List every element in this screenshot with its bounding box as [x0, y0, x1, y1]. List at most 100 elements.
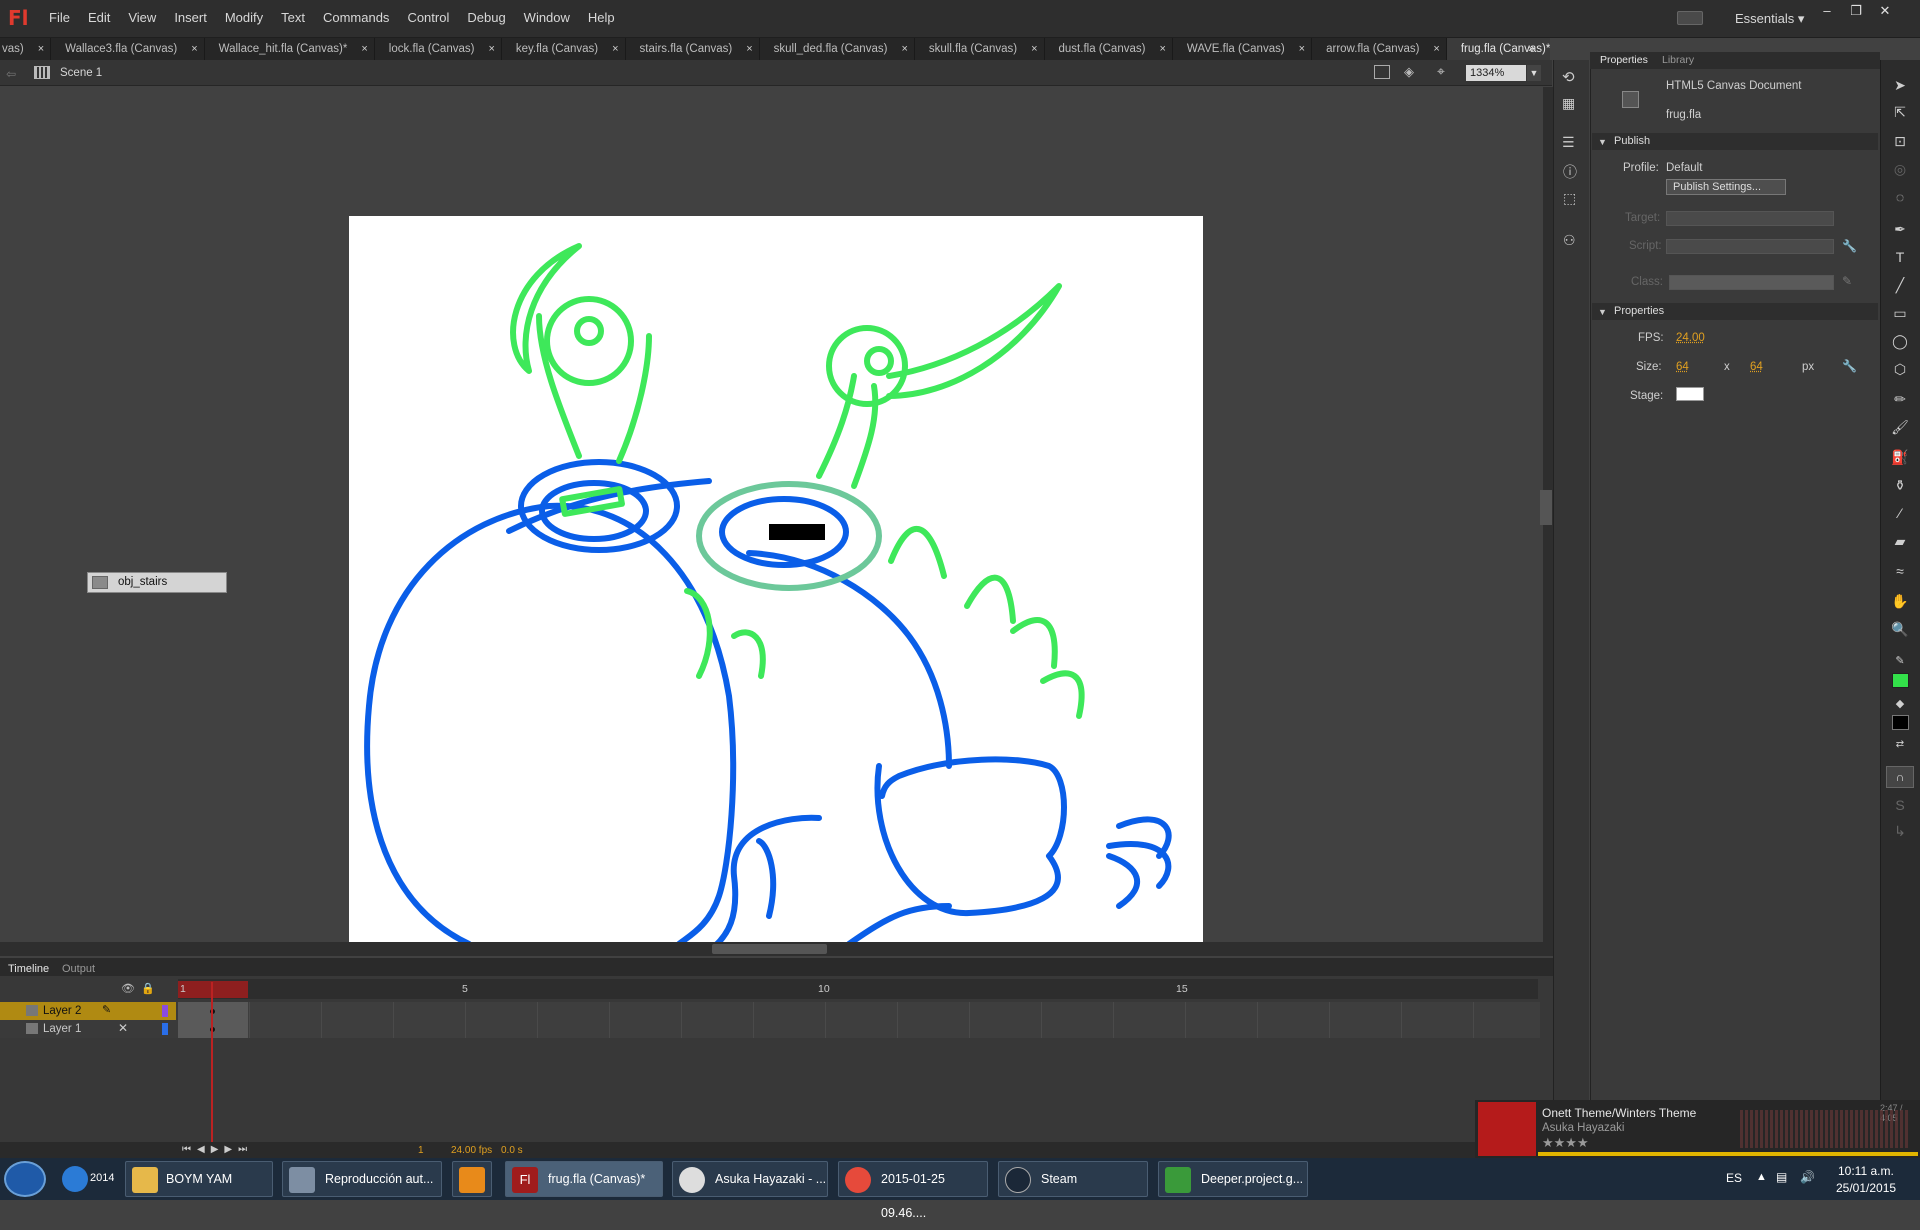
brush-tool-icon[interactable]: 🖌 [1884, 416, 1916, 438]
straighten-icon[interactable]: ↳ [1884, 820, 1916, 842]
close-icon[interactable]: × [1159, 38, 1165, 60]
ink-bottle-tool-icon[interactable]: ⚱ [1884, 474, 1916, 496]
network-icon[interactable]: ▤ [1776, 1170, 1787, 1184]
language-indicator[interactable]: ES [1726, 1171, 1742, 1185]
settings-wrench-icon[interactable]: 🔧 [1842, 359, 1857, 373]
hand-tool-icon[interactable]: ✋ [1884, 590, 1916, 612]
selection-tool-icon[interactable]: ➤ [1884, 74, 1916, 96]
line-tool-icon[interactable]: ╱ [1884, 274, 1916, 296]
publish-section-header[interactable]: Publish [1592, 133, 1878, 150]
collapse-icon[interactable]: ▼ [1598, 137, 1607, 147]
taskbar-autoplay[interactable]: Reproducción aut... [282, 1161, 442, 1197]
close-icon[interactable]: × [1031, 38, 1037, 60]
pen-tool-icon[interactable]: ✒ [1884, 218, 1916, 240]
tab-timeline[interactable]: Timeline [8, 963, 49, 975]
menu-view[interactable]: View [119, 10, 165, 25]
minimize-button[interactable]: – [1816, 3, 1838, 19]
menu-modify[interactable]: Modify [216, 10, 272, 25]
start-button[interactable] [4, 1161, 46, 1197]
track-progress[interactable] [1538, 1152, 1918, 1156]
hidden-x-icon[interactable]: ✕ [118, 1021, 128, 1035]
3d-rotation-tool-icon[interactable]: ◎ [1884, 158, 1916, 180]
taskbar-gamemaker[interactable]: Deeper.project.g... [1158, 1161, 1308, 1197]
rectangle-tool-icon[interactable]: ▭ [1884, 302, 1916, 324]
width-value[interactable]: 64 [1676, 361, 1689, 373]
layer-color-swatch[interactable] [162, 1023, 168, 1035]
menu-control[interactable]: Control [398, 10, 458, 25]
doc-tab[interactable]: dust.fla (Canvas) × [1045, 38, 1173, 60]
frame-ruler[interactable] [178, 979, 1538, 999]
doc-tab[interactable]: arrow.fla (Canvas) × [1312, 38, 1447, 60]
menu-commands[interactable]: Commands [314, 10, 398, 25]
clock-time[interactable]: 10:11 a.m. [1838, 1164, 1894, 1178]
close-icon[interactable]: × [901, 38, 907, 60]
close-icon[interactable]: × [612, 38, 618, 60]
eraser-tool-icon[interactable]: ▰ [1884, 530, 1916, 552]
horizontal-scroll-thumb[interactable] [712, 944, 827, 954]
doc-tab[interactable]: stairs.fla (Canvas) × [626, 38, 760, 60]
taskbar-chrome[interactable]: 2015-01-25 09.46.... [838, 1161, 988, 1220]
stage-canvas[interactable] [349, 216, 1203, 944]
motion-editor-icon[interactable]: ⟲ [1562, 68, 1575, 86]
layer-row[interactable]: Layer 1 ✕ [0, 1020, 1540, 1038]
polystar-tool-icon[interactable]: ⬡ [1884, 358, 1916, 380]
frame-track[interactable] [178, 1002, 1540, 1020]
taskbar-flash[interactable]: Fl frug.fla (Canvas)* [505, 1161, 663, 1197]
edit-symbol-icon[interactable]: ◈ [1404, 64, 1414, 80]
menu-text[interactable]: Text [272, 10, 314, 25]
back-arrow-icon[interactable]: ⇦ [6, 67, 16, 81]
oval-tool-icon[interactable]: ◯ [1884, 330, 1916, 352]
fill-color-swatch[interactable] [1892, 715, 1909, 730]
lasso-tool-icon[interactable]: ◌ [1884, 186, 1916, 208]
taskbar-music-player[interactable]: Asuka Hayazaki - ... [672, 1161, 828, 1197]
close-icon[interactable]: × [1433, 38, 1439, 60]
frame-track[interactable] [178, 1020, 1540, 1038]
transform-icon[interactable]: ☰ [1562, 134, 1575, 151]
close-icon[interactable]: × [1299, 38, 1305, 60]
track-rating[interactable]: ★★★★ [1542, 1135, 1589, 1151]
collapse-icon[interactable]: ▼ [1598, 307, 1607, 317]
doc-tab[interactable]: key.fla (Canvas) × [502, 38, 626, 60]
tab-library[interactable]: Library [1662, 54, 1694, 66]
eyedropper-tool-icon[interactable]: ⁄ [1884, 502, 1916, 524]
pencil-tool-icon[interactable]: ✏ [1884, 388, 1916, 410]
doc-tab[interactable]: skull.fla (Canvas) × [915, 38, 1045, 60]
center-stage-icon[interactable]: ⌖ [1437, 63, 1445, 80]
smooth-icon[interactable]: S [1884, 794, 1916, 816]
taskbar-steam[interactable]: Steam [998, 1161, 1148, 1197]
doc-tab[interactable]: Wallace_hit.fla (Canvas)* × [205, 38, 375, 60]
tab-properties[interactable]: Properties [1600, 54, 1648, 66]
workspace-switcher[interactable]: Essentials ▾ [1735, 11, 1804, 27]
free-transform-tool-icon[interactable]: ⊡ [1884, 130, 1916, 152]
vertical-scroll-thumb[interactable] [1540, 490, 1552, 525]
close-icon[interactable]: × [38, 38, 44, 60]
width-tool-icon[interactable]: ≈ [1884, 560, 1916, 582]
zoom-dropdown-icon[interactable]: ▼ [1527, 65, 1541, 81]
scene-label[interactable]: Scene 1 [60, 67, 102, 79]
restore-button[interactable]: ❐ [1845, 3, 1867, 19]
zoom-input[interactable]: 1334% [1466, 65, 1526, 81]
layer-row[interactable]: Layer 2 ✎ [0, 1002, 1540, 1020]
doc-tab[interactable]: lock.fla (Canvas) × [375, 38, 502, 60]
lock-icon[interactable]: 🔒 [141, 982, 155, 995]
zoom-tool-icon[interactable]: 🔍 [1884, 618, 1916, 640]
publish-settings-button[interactable]: Publish Settings... [1666, 179, 1786, 195]
menu-help[interactable]: Help [579, 10, 624, 25]
taskbar-explorer[interactable]: BOYM YAM [125, 1161, 273, 1197]
menu-insert[interactable]: Insert [165, 10, 216, 25]
stroke-color-swatch[interactable] [1892, 673, 1909, 688]
tab-overflow-icon[interactable]: » [1528, 41, 1535, 55]
tray-arrow-icon[interactable]: ▲ [1756, 1171, 1767, 1183]
free-transform-icon[interactable]: ⬚ [1563, 190, 1576, 207]
menu-window[interactable]: Window [515, 10, 579, 25]
clock-date[interactable]: 25/01/2015 [1836, 1181, 1896, 1195]
fps-value[interactable]: 24.00 [1676, 332, 1705, 344]
menu-debug[interactable]: Debug [458, 10, 514, 25]
close-icon[interactable]: × [746, 38, 752, 60]
frame-rate[interactable]: 24.00 fps [451, 1145, 492, 1156]
close-icon[interactable]: × [361, 38, 367, 60]
menu-edit[interactable]: Edit [79, 10, 119, 25]
align-icon[interactable]: ▦ [1562, 95, 1575, 112]
workspace-icon[interactable] [1677, 11, 1703, 25]
taskbar-ie[interactable]: 2014-12-21 11:60 am [56, 1161, 114, 1197]
